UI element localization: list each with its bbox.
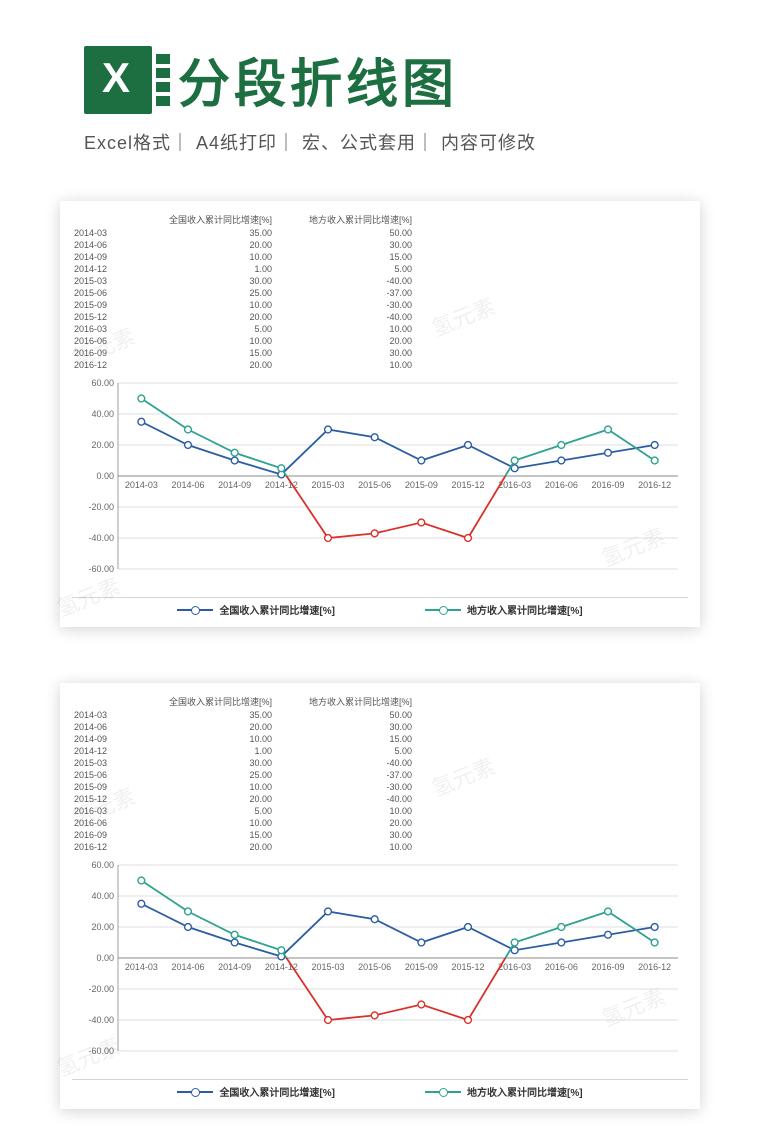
svg-text:2014-03: 2014-03 (125, 962, 158, 972)
svg-text:2016-12: 2016-12 (638, 962, 671, 972)
svg-text:-20.00: -20.00 (88, 502, 114, 512)
header: 分段折线图 (0, 0, 760, 129)
legend-swatch-teal (425, 1091, 461, 1093)
svg-text:2015-03: 2015-03 (311, 962, 344, 972)
svg-text:-20.00: -20.00 (88, 984, 114, 994)
svg-text:2014-06: 2014-06 (171, 480, 204, 490)
svg-text:2015-06: 2015-06 (358, 962, 391, 972)
svg-text:0.00: 0.00 (96, 471, 114, 481)
subtitle: Excel格式｜ A4纸打印｜ 宏、公式套用｜ 内容可修改 (0, 129, 760, 155)
legend-swatch-blue (177, 609, 213, 611)
svg-text:0.00: 0.00 (96, 953, 114, 963)
svg-text:2014-09: 2014-09 (218, 480, 251, 490)
svg-text:60.00: 60.00 (91, 378, 114, 388)
svg-text:2015-03: 2015-03 (311, 480, 344, 490)
svg-text:60.00: 60.00 (91, 860, 114, 870)
svg-text:-40.00: -40.00 (88, 1015, 114, 1025)
excel-icon (84, 46, 152, 114)
data-table: 2014-03 2014-06 2014-09 2014-12 2015-03 … (72, 213, 688, 371)
svg-text:2016-09: 2016-09 (591, 480, 624, 490)
legend: 全国收入累计同比增速[%] 地方收入累计同比增速[%] (72, 597, 688, 619)
svg-text:2015-09: 2015-09 (405, 962, 438, 972)
svg-text:2016-09: 2016-09 (591, 962, 624, 972)
svg-text:2015-09: 2015-09 (405, 480, 438, 490)
svg-text:2016-06: 2016-06 (545, 962, 578, 972)
svg-text:2015-12: 2015-12 (451, 480, 484, 490)
svg-text:2016-03: 2016-03 (498, 962, 531, 972)
svg-text:20.00: 20.00 (91, 440, 114, 450)
chart-svg-1: 60.00 40.00 20.00 0.00 -20.00 -40.00 -60.00 201… (72, 375, 688, 595)
svg-text:2016-03: 2016-03 (498, 480, 531, 490)
svg-text:2015-06: 2015-06 (358, 480, 391, 490)
svg-text:2016-12: 2016-12 (638, 480, 671, 490)
chart-panel-1: 2014-03 2014-06 2014-09 2014-12 2015-03 … (60, 201, 700, 627)
svg-text:40.00: 40.00 (91, 409, 114, 419)
chart-svg-2: 60.00 40.00 20.00 0.00 -20.00 -40.00 -60.00 201… (72, 857, 688, 1077)
chart-panel-2: 2014-03 2014-06 2014-09 2014-12 2015-03 … (60, 683, 700, 1109)
svg-text:2015-12: 2015-12 (451, 962, 484, 972)
svg-text:-60.00: -60.00 (88, 1046, 114, 1056)
legend: 全国收入累计同比增速[%] 地方收入累计同比增速[%] (72, 1079, 688, 1101)
data-table: 2014-03 2014-06 2014-09 2014-12 2015-03 … (72, 695, 688, 853)
svg-text:20.00: 20.00 (91, 922, 114, 932)
svg-text:2014-06: 2014-06 (171, 962, 204, 972)
page-title: 分段折线图 (178, 42, 458, 117)
legend-swatch-blue (177, 1091, 213, 1093)
legend-swatch-teal (425, 609, 461, 611)
svg-text:-40.00: -40.00 (88, 533, 114, 543)
svg-text:2016-06: 2016-06 (545, 480, 578, 490)
svg-text:2014-03: 2014-03 (125, 480, 158, 490)
svg-text:40.00: 40.00 (91, 891, 114, 901)
svg-text:-60.00: -60.00 (88, 564, 114, 574)
svg-text:2014-09: 2014-09 (218, 962, 251, 972)
